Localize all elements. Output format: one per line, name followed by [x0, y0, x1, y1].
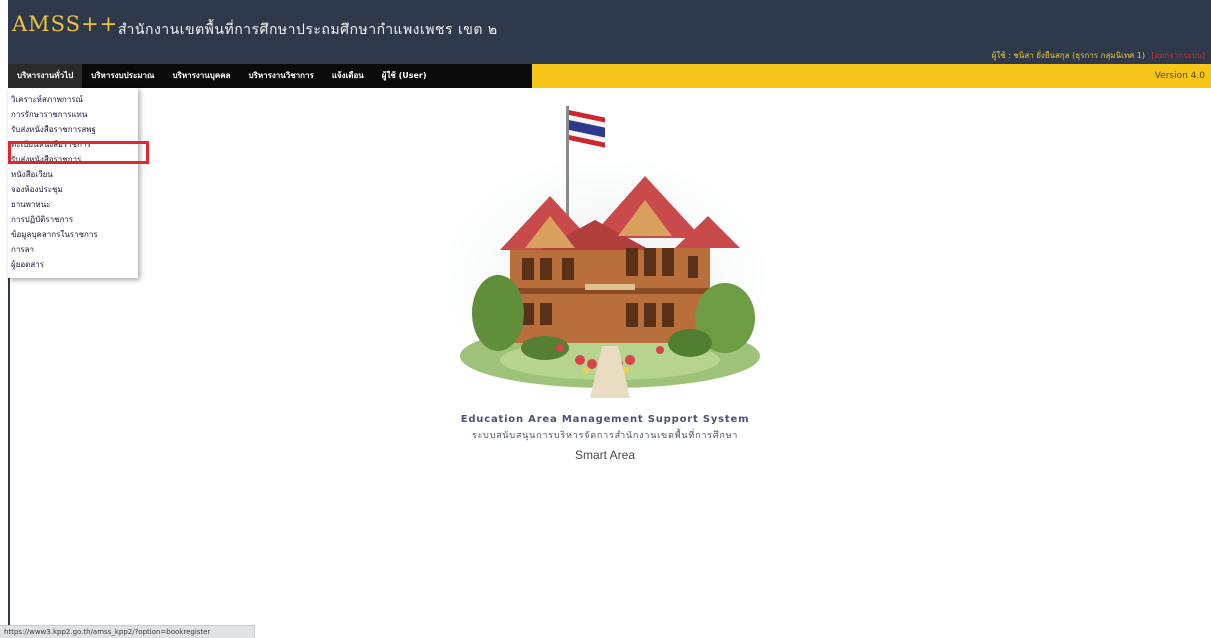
main-menubar: บริหารงานทั่วไป บริหารงบประมาณ บริหารงาน…	[8, 64, 1211, 88]
menu-notifications[interactable]: แจ้งเตือน	[323, 64, 373, 88]
menu-list: บริหารงานทั่วไป บริหารงบประมาณ บริหารงาน…	[8, 64, 532, 88]
dropdown-item-situation-analysis[interactable]: วิเคราะห์สภาพการณ์	[8, 92, 138, 107]
version-label: Version 4.0	[1154, 71, 1205, 81]
dropdown-item-personnel-data[interactable]: ข้อมูลบุคลากรในราชการ	[8, 227, 138, 242]
app-header: AMSS++ สำนักงานเขตพื้นที่การศึกษาประถมศึ…	[8, 0, 1211, 64]
system-tagline: Education Area Management Support System…	[410, 414, 800, 462]
tagline-thai: ระบบสนับสนุนการบริหารจัดการสำนักงานเขตพื…	[471, 431, 739, 441]
menu-academic-admin[interactable]: บริหารงานวิชาการ	[239, 64, 322, 88]
thai-building-illustration	[445, 106, 765, 398]
dropdown-item-circular-letters[interactable]: หนังสือเวียน	[8, 167, 138, 182]
dropdown-item-acting-duty[interactable]: การรักษาราชการแทน	[8, 107, 138, 122]
tagline-smart-area: Smart Area	[574, 448, 636, 462]
dropdown-item-obec-documents[interactable]: รับส่งหนังสือราชการสพฐ	[8, 122, 138, 137]
menu-general-admin[interactable]: บริหารงานทั่วไป	[8, 64, 83, 88]
menu-personnel-admin[interactable]: บริหารงานบุคคล	[163, 64, 239, 88]
dropdown-item-meeting-room-booking[interactable]: จองห้องประชุม	[8, 182, 138, 197]
dropdown-item-document-holder[interactable]: ผู้ยอดสาร	[8, 257, 138, 272]
user-info-line: ผู้ใช้ : ชนิสา ยั่งยืนสกุล (ธุรการ กลุ่ม…	[992, 49, 1205, 62]
dropdown-item-leave[interactable]: การลา	[8, 242, 138, 257]
menu-budget-admin[interactable]: บริหารงบประมาณ	[82, 64, 163, 88]
dropdown-item-vehicles[interactable]: ยานพาหนะ	[8, 197, 138, 212]
user-info: ผู้ใช้ : ชนิสา ยั่งยืนสกุล (ธุรการ กลุ่ม…	[991, 51, 1145, 60]
app-brand-logo[interactable]: AMSS++	[12, 12, 118, 36]
menu-user[interactable]: ผู้ใช้ (User)	[373, 64, 436, 88]
dropdown-item-official-duty[interactable]: การปฏิบัติราชการ	[8, 212, 138, 227]
logout-link[interactable]: [ออกจากระบบ]	[1152, 51, 1205, 60]
general-admin-dropdown: วิเคราะห์สภาพการณ์ การรักษาราชการแทน รับ…	[8, 88, 138, 278]
tagline-english: Education Area Management Support System	[460, 414, 750, 425]
browser-status-url: https://www3.kpp2.go.th/amss_kpp2/?optio…	[0, 625, 255, 638]
highlight-annotation-box	[8, 141, 149, 164]
organization-title: สำนักงานเขตพื้นที่การศึกษาประถมศึกษากำแพ…	[118, 22, 498, 38]
